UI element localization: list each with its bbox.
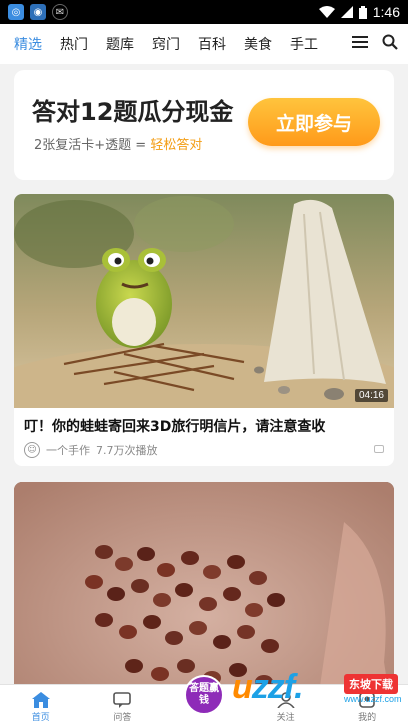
nav-qa[interactable]: 问答 [82,685,164,727]
category-nav: 精选 热门 题库 窍门 百科 美食 手工 萌宠 [0,24,408,64]
app-icon: ◉ [30,4,46,20]
quiz-subtitle-highlight: 轻松答对 [150,138,203,153]
nav-home-label: 首页 [31,713,50,723]
quiz-subtitle: 2张复活卡+透题 = 轻松答对 [34,134,202,153]
video-thumbnail[interactable]: 04:16 [14,194,394,408]
tab-hot[interactable]: 热门 [60,34,88,54]
status-time: 1:46 [372,4,400,20]
watermark-tag: 东坡下载 [344,674,398,694]
video-card[interactable]: 04:16 叮！你的蛙蛙寄回来3D旅行明信片，请注意查收 ☺ 一个手作 7.7万… [14,194,394,466]
nav-home[interactable]: 首页 [0,685,82,727]
nav-qa-label: 问答 [113,713,132,723]
tab-food[interactable]: 美食 [244,34,272,54]
watermark: uzzf. 东坡下载 www.uzzf.com [232,664,402,722]
author-avatar[interactable]: ☺ [24,442,40,458]
app-icon: ◎ [8,4,24,20]
watermark-logo: uzzf. [232,668,304,706]
quiz-banner[interactable]: 答对12题瓜分现金 2张复活卡+透题 = 轻松答对 立即参与 [14,70,394,180]
quiz-subtitle-prefix: 2张复活卡+透题 = [34,138,151,153]
more-options-icon[interactable] [374,445,384,453]
chat-icon [113,692,132,708]
tab-featured[interactable]: 精选 [14,34,42,54]
video-duration: 04:16 [354,389,388,402]
search-icon[interactable] [382,34,398,50]
quiz-fab-button[interactable]: 答题赢钱 [183,675,224,715]
home-icon [31,692,50,708]
signal-icon [340,6,353,18]
quiz-title: 答对12题瓜分现金 [32,98,234,126]
wechat-icon: ✉ [52,4,68,20]
video-meta: ☺ 一个手作 7.7万次播放 [24,442,158,458]
frog-craft-image [14,194,394,408]
status-bar: ◎ ◉ ✉ 1:46 [0,0,408,24]
category-tabs: 精选 热门 题库 窍门 百科 美食 手工 萌宠 [0,34,336,54]
video-title[interactable]: 叮！你的蛙蛙寄回来3D旅行明信片，请注意查收 [24,416,325,436]
tab-encyclopedia[interactable]: 百科 [198,34,226,54]
watermark-site: www.uzzf.com [344,694,402,704]
view-count: 7.7万次播放 [96,444,158,457]
tab-handcraft[interactable]: 手工 [290,34,318,54]
tab-tips[interactable]: 窍门 [152,34,180,54]
join-now-button[interactable]: 立即参与 [248,98,380,146]
tab-question-bank[interactable]: 题库 [106,34,134,54]
wifi-icon [318,6,335,18]
menu-icon[interactable] [352,35,368,49]
battery-icon [358,5,367,19]
author-name[interactable]: 一个手作 [46,442,90,458]
